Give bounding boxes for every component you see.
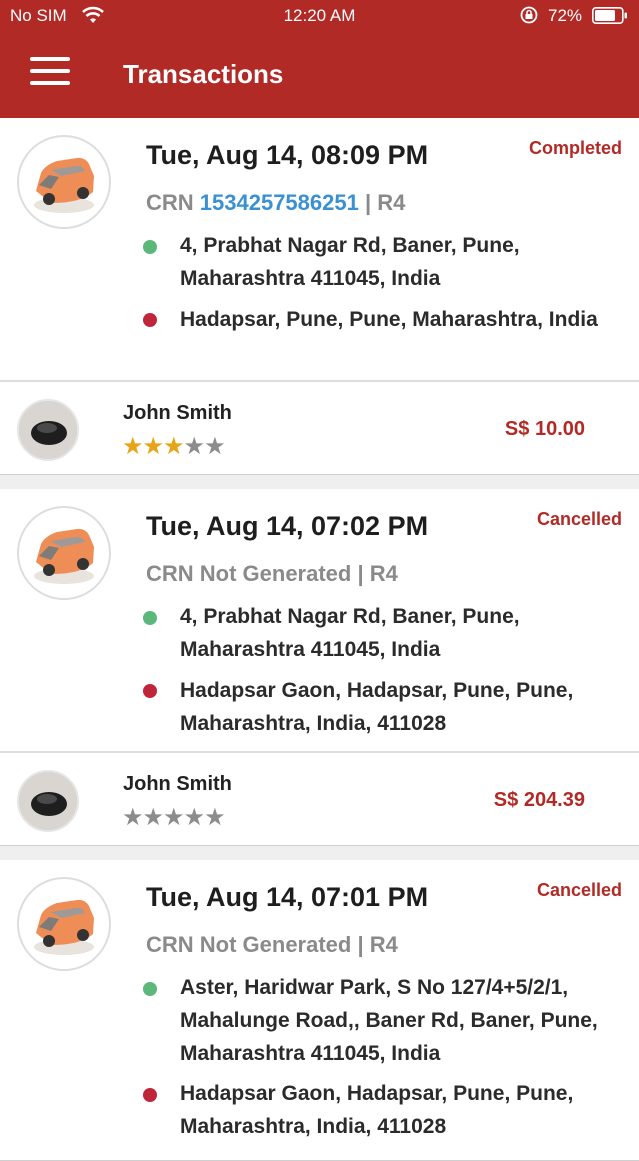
driver-row: John Smith ★★★★★ S$ 10.00 — [0, 382, 639, 474]
pickup-address: 4, Prabhat Nagar Rd, Baner, Pune, Mahara… — [180, 234, 520, 290]
transaction-card[interactable]: Tue, Aug 14, 08:09 PM Completed CRN 1534… — [0, 118, 639, 475]
trip-details: Tue, Aug 14, 08:09 PM Completed CRN 1534… — [0, 118, 639, 382]
crn-line: CRN Not Generated | R4 — [146, 932, 398, 957]
drop-address: Hadapsar Gaon, Hadapsar, Pune, Pune, Mah… — [180, 1082, 574, 1138]
fare-amount: S$ 10.00 — [504, 418, 585, 440]
star-filled-icon: ★ — [163, 433, 184, 460]
trip-details: Tue, Aug 14, 07:01 PM Cancelled CRN Not … — [0, 860, 639, 1160]
status-bar: No SIM 12:20 AM 72% — [0, 0, 639, 32]
drop-dot-icon — [143, 1088, 157, 1102]
app-header: Transactions — [0, 32, 639, 118]
driver-avatar — [17, 770, 79, 832]
trip-datetime: Tue, Aug 14, 08:09 PM — [146, 140, 429, 170]
drop-dot-icon — [143, 684, 157, 698]
trip-status: Cancelled — [536, 509, 622, 529]
star-empty-icon: ★ — [204, 433, 225, 460]
crn-line: CRN Not Generated | R4 — [146, 561, 398, 586]
star-filled-icon: ★ — [122, 433, 143, 460]
pickup-dot-icon — [143, 240, 157, 254]
star-filled-icon: ★ — [142, 433, 164, 460]
trip-details: Tue, Aug 14, 07:02 PM Cancelled CRN Not … — [0, 489, 639, 753]
drop-dot-icon — [143, 313, 157, 327]
fare-amount: S$ 204.39 — [493, 789, 585, 811]
rating-stars: ★★★★★ — [122, 432, 226, 461]
trip-status: Completed — [528, 138, 622, 158]
star-empty-icon: ★ — [204, 804, 225, 831]
rotation-lock-icon — [520, 6, 538, 24]
driver-name: John Smith — [123, 402, 232, 424]
star-empty-icon: ★ — [183, 804, 205, 831]
crn-line: CRN 1534257586251 | R4 — [146, 190, 405, 216]
drop-address: Hadapsar, Pune, Pune, Maharashtra, India — [180, 308, 598, 331]
battery-icon — [592, 7, 627, 24]
trip-status: Cancelled — [536, 880, 622, 900]
transaction-card[interactable]: Tue, Aug 14, 07:02 PM Cancelled CRN Not … — [0, 489, 639, 846]
driver-avatar — [17, 399, 79, 461]
pickup-address: 4, Prabhat Nagar Rd, Baner, Pune, Mahara… — [180, 605, 520, 661]
star-empty-icon: ★ — [142, 804, 164, 831]
crn-suffix: | R4 — [358, 190, 406, 215]
car-icon — [17, 135, 111, 229]
pickup-dot-icon — [143, 611, 157, 625]
page-title: Transactions — [123, 59, 284, 89]
pickup-dot-icon — [143, 982, 157, 996]
crn-number-link[interactable]: 1534257586251 — [200, 190, 359, 215]
battery-percent: 72% — [548, 6, 583, 25]
star-empty-icon: ★ — [122, 804, 143, 831]
pickup-address: Aster, Haridwar Park, S No 127/4+5/2/1, … — [180, 976, 598, 1065]
drop-address: Hadapsar Gaon, Hadapsar, Pune, Pune, Mah… — [180, 679, 574, 735]
car-icon — [17, 506, 111, 600]
car-icon — [17, 877, 111, 971]
transaction-card[interactable]: Tue, Aug 14, 07:01 PM Cancelled CRN Not … — [0, 860, 639, 1161]
star-empty-icon: ★ — [183, 433, 205, 460]
transactions-list: Tue, Aug 14, 08:09 PM Completed CRN 1534… — [0, 118, 639, 1161]
driver-name: John Smith — [123, 773, 232, 795]
crn-label: CRN — [146, 190, 200, 215]
hamburger-menu-icon[interactable] — [30, 57, 70, 87]
trip-datetime: Tue, Aug 14, 07:02 PM — [146, 511, 429, 541]
driver-row: John Smith ★★★★★ S$ 204.39 — [0, 753, 639, 845]
trip-datetime: Tue, Aug 14, 07:01 PM — [146, 882, 429, 912]
rating-stars: ★★★★★ — [122, 803, 226, 832]
star-empty-icon: ★ — [163, 804, 184, 831]
clock: 12:20 AM — [283, 6, 356, 25]
